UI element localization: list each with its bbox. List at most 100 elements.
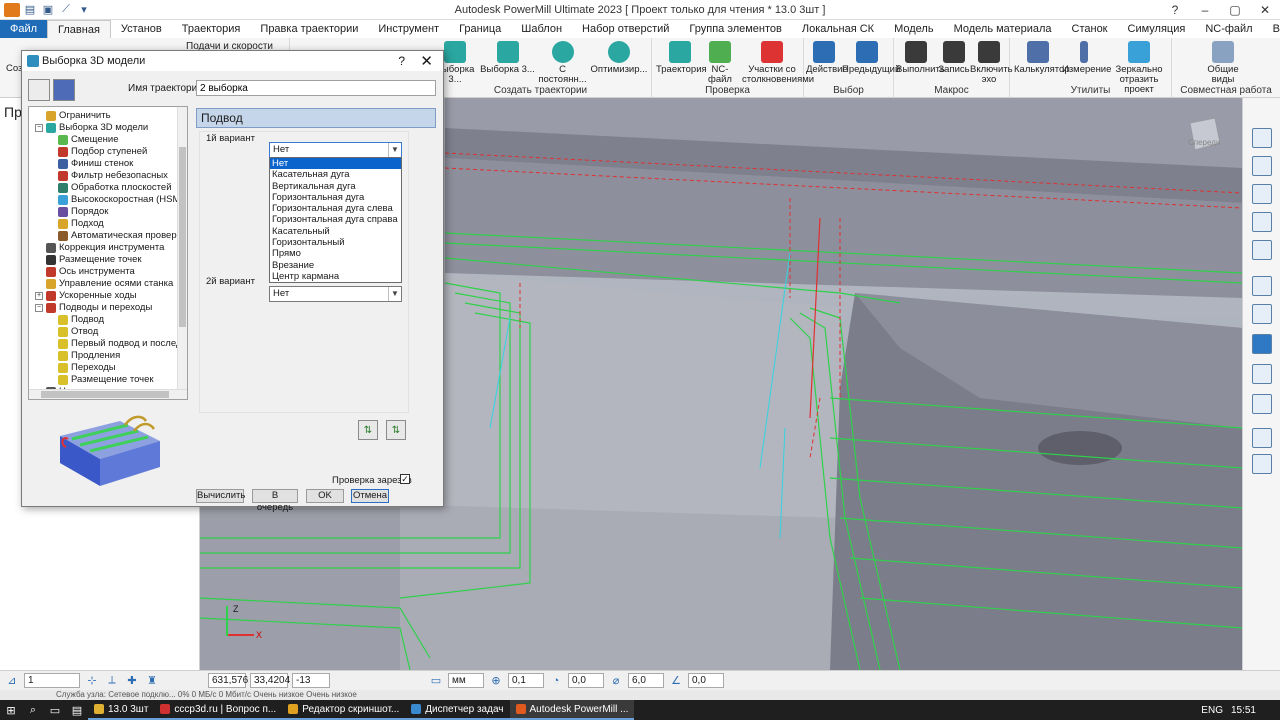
- tree-item[interactable]: Размещение точек: [35, 254, 142, 266]
- variant1-select[interactable]: Нет ▼: [269, 142, 402, 158]
- thickness-field[interactable]: 0,0: [568, 673, 604, 688]
- taskbar-app-browser[interactable]: cccp3d.ru | Вопрос п...: [154, 700, 283, 720]
- workplane-icon[interactable]: ⟂: [104, 673, 120, 688]
- ribbon-btn-constant[interactable]: С постоянн...: [535, 41, 590, 85]
- ribbon-btn-run[interactable]: Выполнить: [896, 41, 945, 75]
- search-icon[interactable]: ⌕: [22, 700, 44, 720]
- app-logo-icon[interactable]: [4, 2, 20, 17]
- tab-15[interactable]: NC-файл: [1195, 20, 1262, 38]
- ribbon-btn-ncfile-check[interactable]: NC-файл: [702, 41, 738, 85]
- zoom-out-icon[interactable]: [1252, 304, 1272, 324]
- box-icon[interactable]: [1252, 394, 1272, 414]
- ribbon-btn-measure[interactable]: Измерение: [1062, 41, 1111, 75]
- copy-lead-out-button[interactable]: ⇅: [386, 420, 406, 440]
- tab-16[interactable]: Вид: [1263, 20, 1280, 38]
- ribbon-btn-calculator[interactable]: Калькулятор: [1014, 41, 1070, 75]
- pointer-icon[interactable]: [1252, 428, 1272, 448]
- ribbon-btn-optimized[interactable]: Оптимизир...: [590, 41, 648, 75]
- tree-item[interactable]: Управление осями станка: [35, 278, 173, 290]
- tab-12[interactable]: Модель материала: [944, 20, 1062, 38]
- ok-button[interactable]: OK: [306, 489, 344, 503]
- chart-icon[interactable]: ⟋: [58, 3, 74, 17]
- tree-item[interactable]: Обработка плоскостей: [47, 182, 172, 194]
- tree-item[interactable]: Продления: [47, 350, 120, 362]
- tree-item[interactable]: Переходы: [47, 362, 116, 374]
- taskbar-app-folder[interactable]: 13.0 3шт: [88, 700, 155, 720]
- toolpath-name-input[interactable]: [196, 80, 436, 96]
- ribbon-btn-collisions[interactable]: Участки со столкновениями: [742, 41, 814, 85]
- variant2-select[interactable]: Нет ▼: [269, 286, 402, 302]
- tab-9[interactable]: Группа элементов: [679, 20, 791, 38]
- layer-select[interactable]: 1: [24, 673, 80, 688]
- view-iso-icon[interactable]: [1252, 128, 1272, 148]
- tree-item[interactable]: Подбор ступеней: [47, 146, 147, 158]
- tree-item[interactable]: Финиш стенок: [47, 158, 133, 170]
- shaded-icon[interactable]: [1252, 334, 1272, 354]
- zoom-box-icon[interactable]: [1252, 276, 1272, 296]
- snap-icon[interactable]: ✚: [124, 673, 140, 688]
- taskbar-app-taskmgr[interactable]: Диспетчер задач: [405, 700, 510, 720]
- dropdown-option[interactable]: Касательная дуга: [270, 169, 401, 180]
- tab-1[interactable]: Главная: [47, 20, 111, 38]
- tab-3[interactable]: Траектория: [172, 20, 251, 38]
- tree-item[interactable]: Ось инструмента: [35, 266, 135, 278]
- tab-7[interactable]: Шаблон: [511, 20, 572, 38]
- view-rotate-icon[interactable]: [1252, 184, 1272, 204]
- chevron-down-icon[interactable]: ▼: [388, 143, 401, 157]
- tree-item[interactable]: Фильтр небезопасных: [47, 170, 168, 182]
- queue-button[interactable]: В очередь: [252, 489, 298, 513]
- tree-item[interactable]: + Ускоренные ходы: [35, 290, 137, 302]
- dropdown-icon[interactable]: ▾: [76, 3, 92, 17]
- tab-10[interactable]: Локальная СК: [792, 20, 884, 38]
- tree-item[interactable]: − Подводы и переходы: [35, 302, 152, 314]
- tree-item[interactable]: Коррекция инструмента: [35, 242, 164, 254]
- tree-item[interactable]: Автоматическая проверка: [47, 230, 186, 242]
- dropdown-option[interactable]: Горизонтальный: [270, 237, 401, 248]
- units-field[interactable]: мм: [448, 673, 484, 688]
- tab-2[interactable]: Установ: [111, 20, 172, 38]
- tree-item[interactable]: Смещение: [47, 134, 119, 146]
- tree-vertical-scrollbar[interactable]: [177, 107, 187, 389]
- tree-expander-icon[interactable]: +: [35, 292, 43, 300]
- ribbon-btn-record[interactable]: Запись: [938, 41, 970, 75]
- dialog-help-button[interactable]: ?: [398, 54, 405, 68]
- strategy-settings-icon[interactable]: [28, 79, 50, 101]
- tree-item[interactable]: Высокоскоростная (HSM): [47, 194, 184, 206]
- dropdown-option[interactable]: Центр кармана: [270, 271, 401, 282]
- tree-item[interactable]: − Выборка 3D модели: [35, 122, 148, 134]
- dropdown-option[interactable]: Врезание: [270, 260, 401, 271]
- view-cube-label[interactable]: Спереди: [1188, 138, 1220, 147]
- tree-item[interactable]: Отвод: [47, 326, 98, 338]
- tab-4[interactable]: Правка траектории: [250, 20, 368, 38]
- ribbon-btn-action[interactable]: Действие: [806, 41, 848, 75]
- tab-6[interactable]: Граница: [449, 20, 511, 38]
- select-icon[interactable]: [1252, 454, 1272, 474]
- refresh-icon[interactable]: [1252, 240, 1272, 260]
- dropdown-option[interactable]: Горизонтальная дуга справа: [270, 214, 401, 225]
- dialog-titlebar[interactable]: Выборка 3D модели ? ✕: [22, 51, 443, 71]
- copy-lead-in-button[interactable]: ⇅: [358, 420, 378, 440]
- cancel-button[interactable]: Отмена: [351, 489, 389, 503]
- save-icon[interactable]: ▣: [40, 3, 56, 17]
- diameter-field[interactable]: 6,0: [628, 673, 664, 688]
- dropdown-option[interactable]: Нет: [270, 158, 401, 170]
- tree-item[interactable]: Ограничить: [35, 110, 111, 122]
- tab-8[interactable]: Набор отверстий: [572, 20, 679, 38]
- ribbon-btn-toolpath-check[interactable]: Траектория: [656, 41, 707, 75]
- view-cube-icon[interactable]: [1252, 156, 1272, 176]
- dropdown-option[interactable]: Горизонтальная дуга слева: [270, 203, 401, 214]
- tree-item[interactable]: Порядок: [47, 206, 108, 218]
- close-button[interactable]: ✕: [1250, 0, 1280, 20]
- tab-0[interactable]: Файл: [0, 20, 48, 38]
- dropdown-option[interactable]: Прямо: [270, 248, 401, 259]
- ribbon-btn-3d-area-2[interactable]: Выборка 3...: [480, 41, 535, 75]
- folder-icon[interactable]: ▤: [22, 3, 38, 17]
- dialog-close-button[interactable]: ✕: [420, 52, 433, 70]
- grid-icon[interactable]: ⊹: [84, 673, 100, 688]
- tree-scroll-thumb[interactable]: [179, 147, 186, 327]
- taskbar-app-powermill[interactable]: Autodesk PowerMill ...: [509, 700, 635, 720]
- minimize-button[interactable]: –: [1190, 0, 1220, 20]
- dropdown-option[interactable]: Горизонтальная дуга: [270, 192, 401, 203]
- lang-indicator[interactable]: ENG: [1201, 705, 1223, 716]
- zoom-icon[interactable]: [1252, 212, 1272, 232]
